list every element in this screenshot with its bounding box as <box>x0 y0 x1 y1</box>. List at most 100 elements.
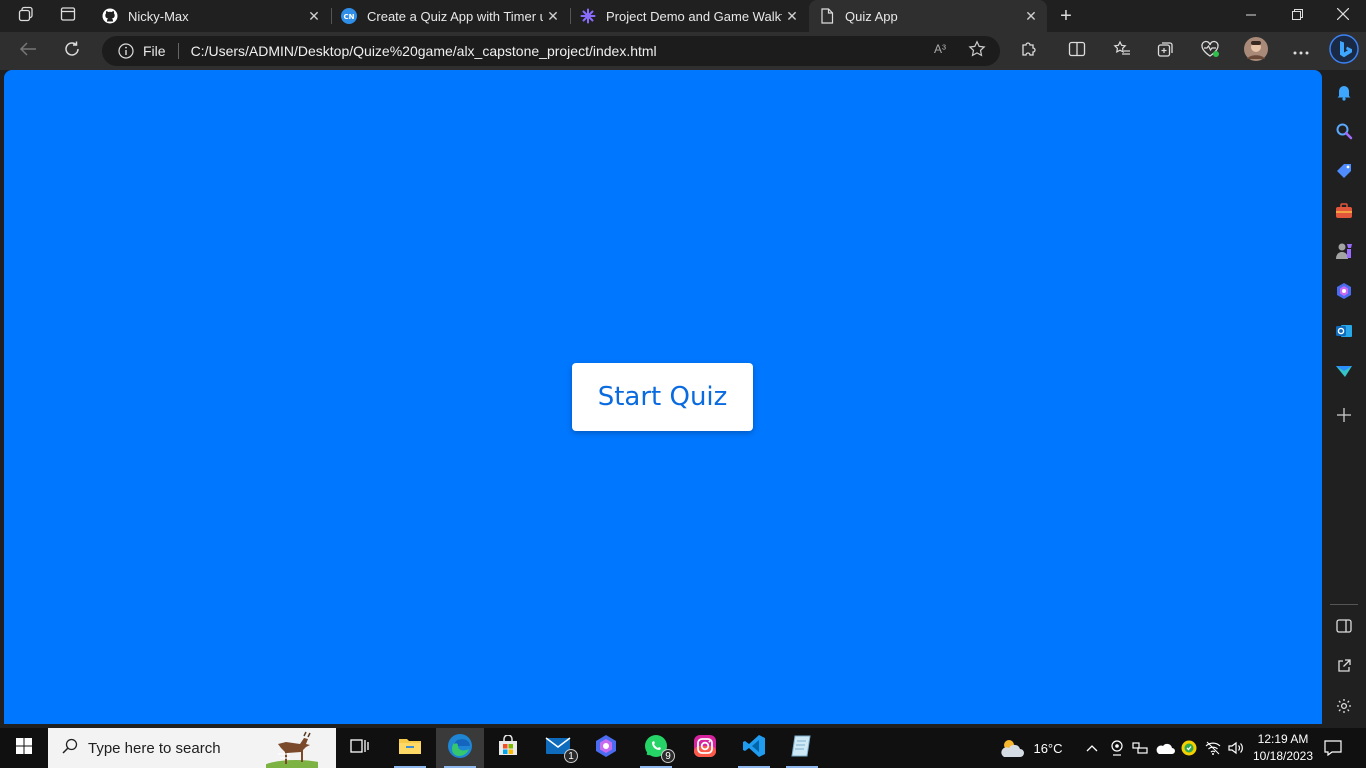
taskbar-microsoft-store[interactable] <box>484 728 532 768</box>
collections-icon <box>1157 40 1175 63</box>
profile-avatar <box>1244 36 1268 66</box>
codingnepal-icon: CN <box>341 8 357 24</box>
favorite-star-icon[interactable] <box>968 40 986 63</box>
search-highlight-okapi-image <box>262 730 330 768</box>
workspaces-button[interactable] <box>12 4 40 28</box>
taskbar-clock[interactable]: 12:19 AM 10/18/2023 <box>1248 731 1318 765</box>
taskbar-notepad[interactable] <box>778 728 826 768</box>
bing-copilot-button[interactable] <box>1328 33 1360 69</box>
refresh-icon <box>63 40 81 63</box>
tab-title: Nicky-Max <box>128 8 189 24</box>
extensions-button[interactable] <box>1015 37 1043 65</box>
close-window-button[interactable] <box>1320 0 1366 32</box>
page-icon <box>819 8 835 24</box>
clock-date: 10/18/2023 <box>1252 749 1314 763</box>
weather-temperature[interactable]: 16°C <box>1028 728 1068 768</box>
settings-and-more-button[interactable] <box>1287 37 1315 65</box>
webcam-tray-icon[interactable] <box>1107 728 1127 768</box>
github-icon <box>102 8 118 24</box>
onedrive-cloud-icon[interactable] <box>1154 728 1176 768</box>
minimize-button[interactable] <box>1228 0 1274 32</box>
sidebar-settings-gear-icon[interactable] <box>1334 696 1354 716</box>
wifi-icon[interactable] <box>1203 728 1223 768</box>
page-viewport: Start Quiz <box>4 70 1322 724</box>
heart-pulse-icon <box>1200 40 1220 63</box>
show-hidden-icons-chevron-icon[interactable] <box>1082 728 1102 768</box>
start-button[interactable] <box>0 728 48 768</box>
hide-sidebar-icon[interactable] <box>1334 616 1354 636</box>
outlook-icon[interactable] <box>1334 321 1354 341</box>
shopping-tag-icon[interactable] <box>1334 161 1354 181</box>
address-divider <box>177 43 179 59</box>
browser-essentials-button[interactable] <box>1196 37 1224 65</box>
info-icon[interactable] <box>117 42 135 60</box>
taskbar-mail[interactable]: 1 <box>534 728 582 768</box>
favorites-button[interactable] <box>1108 37 1136 65</box>
tab-github[interactable]: Nicky-Max ✕ <box>92 0 330 32</box>
weather-icon[interactable] <box>996 728 1028 768</box>
new-tab-button[interactable]: + <box>1054 4 1078 28</box>
search-placeholder: Type here to search <box>88 739 221 757</box>
tab-project-demo[interactable]: Project Demo and Game Walkthr ✕ <box>570 0 808 32</box>
vertical-tabs-icon <box>60 6 76 27</box>
close-tab-icon[interactable]: ✕ <box>543 6 563 26</box>
site-scheme-label[interactable]: File <box>143 43 166 59</box>
restore-icon <box>1291 7 1303 25</box>
games-icon[interactable] <box>1334 241 1354 261</box>
url-text[interactable]: C:/Users/ADMIN/Desktop/Quize%20game/alx_… <box>191 43 657 59</box>
security-shield-icon[interactable] <box>1179 728 1199 768</box>
alx-icon <box>580 8 596 24</box>
start-quiz-button[interactable]: Start Quiz <box>572 363 753 431</box>
task-view-button[interactable] <box>336 728 384 768</box>
task-view-icon <box>350 737 370 760</box>
collections-button[interactable] <box>1152 37 1180 65</box>
taskbar-copilot[interactable] <box>582 728 630 768</box>
vscode-icon <box>742 734 766 763</box>
puzzle-icon <box>1020 40 1038 63</box>
taskbar-search-box[interactable]: Type here to search <box>48 728 336 768</box>
close-tab-icon[interactable]: ✕ <box>1021 6 1041 26</box>
tools-briefcase-icon[interactable] <box>1334 201 1354 221</box>
bing-icon <box>1329 33 1359 69</box>
copilot-icon[interactable] <box>1334 281 1354 301</box>
back-button[interactable] <box>14 37 42 65</box>
windows-logo-icon <box>16 737 32 759</box>
workspaces-icon <box>18 6 34 27</box>
mail-unread-badge: 1 <box>564 749 578 763</box>
tab-title: Create a Quiz App with Timer usi <box>367 8 543 24</box>
close-tab-icon[interactable]: ✕ <box>782 6 802 26</box>
taskbar-vscode[interactable] <box>730 728 778 768</box>
profile-button[interactable] <box>1242 36 1270 66</box>
add-sidebar-app-icon[interactable] <box>1334 405 1354 425</box>
restore-button[interactable] <box>1274 0 1320 32</box>
external-open-icon[interactable] <box>1334 656 1354 676</box>
windows-taskbar: Type here to search 1 9 16°C 12:19 AM 10… <box>0 728 1366 768</box>
edge-sidebar <box>1322 70 1366 724</box>
taskbar-instagram[interactable] <box>681 728 729 768</box>
close-tab-icon[interactable]: ✕ <box>304 6 324 26</box>
refresh-button[interactable] <box>58 37 86 65</box>
copilot-icon <box>594 734 618 763</box>
address-bar[interactable]: File C:/Users/ADMIN/Desktop/Quize%20game… <box>102 36 1000 66</box>
more-horizontal-icon <box>1293 42 1309 60</box>
notifications-icon[interactable] <box>1334 82 1354 102</box>
split-screen-icon <box>1068 41 1086 62</box>
split-screen-button[interactable] <box>1063 37 1091 65</box>
tab-codingnepal[interactable]: CN Create a Quiz App with Timer usi ✕ <box>331 0 569 32</box>
plus-icon: + <box>1060 4 1072 27</box>
notification-center-icon[interactable] <box>1320 728 1346 768</box>
read-aloud-icon[interactable]: A³ <box>934 42 946 56</box>
sidebar-divider <box>1330 604 1358 605</box>
drop-send-icon[interactable] <box>1334 361 1354 381</box>
taskbar-whatsapp[interactable]: 9 <box>632 728 680 768</box>
network-adapter-icon[interactable] <box>1130 728 1150 768</box>
tab-quiz-app[interactable]: Quiz App ✕ <box>809 0 1047 32</box>
tab-title: Project Demo and Game Walkthr <box>606 8 782 24</box>
taskbar-file-explorer[interactable] <box>386 728 434 768</box>
edge-icon <box>447 733 473 764</box>
tab-actions-button[interactable] <box>54 4 82 28</box>
taskbar-edge[interactable] <box>436 728 484 768</box>
instagram-icon <box>693 734 717 763</box>
volume-icon[interactable] <box>1226 728 1246 768</box>
search-icon[interactable] <box>1334 121 1354 141</box>
